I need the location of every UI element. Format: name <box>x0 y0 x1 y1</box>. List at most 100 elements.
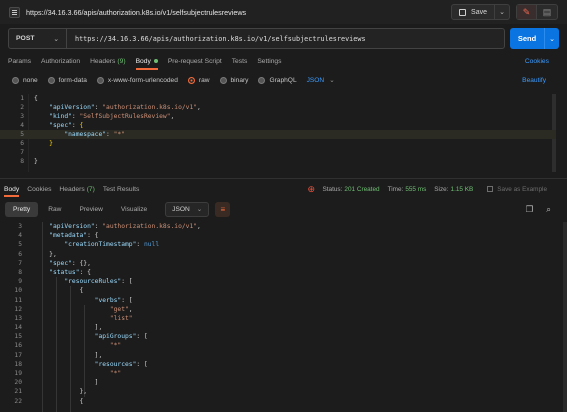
view-raw-button[interactable]: Raw <box>40 202 69 217</box>
code-line: 7 <box>0 148 556 157</box>
http-request-icon <box>9 6 20 18</box>
code-line: 18 "resources": [ <box>0 360 556 369</box>
code-token: : <box>71 122 80 129</box>
radio-binary[interactable] <box>219 76 227 84</box>
line-number: 11 <box>14 296 22 304</box>
cookies-link[interactable]: Cookies <box>525 52 549 70</box>
save-options-caret[interactable]: ⌄ <box>495 5 509 19</box>
body-type-form-data[interactable]: form-data <box>47 76 87 84</box>
code-token: "creationTimestamp" <box>64 241 137 249</box>
request-body-editor[interactable]: 1{2 "apiVersion": "authorization.k8s.io/… <box>0 94 556 173</box>
tab-settings[interactable]: Settings <box>257 52 281 70</box>
code-token: }, <box>34 250 57 258</box>
code-token: : <box>106 131 114 138</box>
code-line: 3 "kind": "SelfSubjectRulesReview", <box>0 112 556 121</box>
save-as-example-button[interactable]: Save as Example <box>487 186 547 193</box>
document-icon[interactable]: ▤ <box>537 5 557 19</box>
line-number: 14 <box>14 324 22 332</box>
tab-headers[interactable]: Headers (9) <box>90 52 125 70</box>
code-text: "spec": {}, <box>34 259 91 268</box>
view-visualize-button[interactable]: Visualize <box>113 202 155 217</box>
radio-urlencoded[interactable] <box>96 76 104 84</box>
method-select[interactable]: POST ⌄ <box>9 29 67 48</box>
body-type-urlencoded[interactable]: x-www-form-urlencoded <box>96 76 178 84</box>
wrap-lines-icon[interactable]: ≡ <box>215 201 231 217</box>
tab-response-body[interactable]: Body <box>4 181 20 197</box>
time-label: Time: <box>387 185 404 193</box>
code-token: "get" <box>109 305 129 313</box>
line-number: 17 <box>14 351 22 359</box>
body-type-graphql[interactable]: GraphQL <box>258 76 297 84</box>
tab-headers-count: (9) <box>117 57 126 65</box>
code-token: : { <box>87 232 99 240</box>
globe-error-icon[interactable]: ⊕ <box>307 184 316 194</box>
body-format-select[interactable]: JSON ⌄ <box>307 76 335 85</box>
url-input[interactable]: https://34.16.3.66/apis/authorization.k8… <box>67 29 366 48</box>
response-format-label: JSON <box>172 205 190 213</box>
send-button[interactable]: Send <box>510 28 545 49</box>
view-pretty-button[interactable]: Pretty <box>5 201 39 217</box>
pencil-icon[interactable]: ✎ <box>517 5 537 19</box>
response-format-select[interactable]: JSON ⌄ <box>165 201 210 217</box>
code-token: "apiVersion" <box>49 223 95 230</box>
body-type-binary[interactable]: binary <box>219 76 248 84</box>
line-number: 6 <box>20 140 24 147</box>
code-text: "verbs": [ <box>34 296 133 305</box>
line-number: 20 <box>14 379 22 387</box>
tab-response-cookies[interactable]: Cookies <box>27 181 51 197</box>
tab-params[interactable]: Params <box>8 52 31 70</box>
code-line: 13 "list" <box>0 314 556 323</box>
tab-prerequest-script[interactable]: Pre-request Script <box>168 52 222 70</box>
save-as-example-label: Save as Example <box>497 185 547 193</box>
tab-tests[interactable]: Tests <box>232 52 248 70</box>
line-number: 4 <box>20 122 24 129</box>
body-type-raw[interactable]: raw <box>187 76 210 84</box>
beautify-link[interactable]: Beautify <box>522 72 546 88</box>
tab-headers-label: Headers <box>90 57 116 65</box>
request-tabs: Params Authorization Headers (9) Body Pr… <box>0 52 567 70</box>
tab-body[interactable]: Body <box>135 52 159 70</box>
line-number: 15 <box>14 333 22 341</box>
code-line: 14 ], <box>0 323 556 332</box>
code-token: "spec" <box>49 259 72 267</box>
response-body-viewer[interactable]: 3 "apiVersion": "authorization.k8s.io/v1… <box>0 222 556 412</box>
pane-divider[interactable] <box>0 178 567 179</box>
search-icon[interactable]: ⌕ <box>546 204 551 215</box>
status-value[interactable]: 201 Created <box>344 186 379 193</box>
code-text: "apiVersion": "authorization.k8s.io/v1", <box>34 222 201 231</box>
tab-authorization[interactable]: Authorization <box>41 52 80 70</box>
radio-raw[interactable] <box>187 76 195 84</box>
code-text: "*" <box>34 369 121 378</box>
radio-none[interactable] <box>12 76 19 84</box>
radio-graphql[interactable] <box>258 76 266 84</box>
size-label: Size: <box>434 185 449 193</box>
view-preview-button[interactable]: Preview <box>71 202 110 217</box>
code-line: 5 "creationTimestamp": null <box>0 240 556 249</box>
code-token: "namespace" <box>64 131 107 138</box>
chevron-down-icon: ⌄ <box>53 35 59 43</box>
line-number: 5 <box>18 241 22 249</box>
top-actions: Save ⌄ ✎ ▤ <box>451 4 558 20</box>
code-text: "metadata": { <box>34 231 98 240</box>
code-line: 7 "spec": {}, <box>0 259 556 268</box>
code-token: } <box>49 140 53 147</box>
tab-response-headers[interactable]: Headers (7) <box>59 181 94 197</box>
radio-form-data[interactable] <box>47 76 55 84</box>
code-token: ], <box>34 324 103 332</box>
code-text: { <box>34 286 83 295</box>
send-options-caret[interactable]: ⌄ <box>545 28 559 49</box>
tab-test-results[interactable]: Test Results <box>103 181 139 197</box>
copy-icon[interactable]: ❐ <box>526 204 534 215</box>
line-number: 3 <box>18 223 22 230</box>
size-value[interactable]: 1.15 KB <box>451 186 474 193</box>
body-type-none[interactable]: none <box>12 76 38 84</box>
response-actions: ❐ ⌕ <box>526 200 551 218</box>
save-button[interactable]: Save <box>452 5 495 19</box>
time-value[interactable]: 555 ms <box>405 186 426 193</box>
response-scrollbar[interactable] <box>563 222 567 412</box>
